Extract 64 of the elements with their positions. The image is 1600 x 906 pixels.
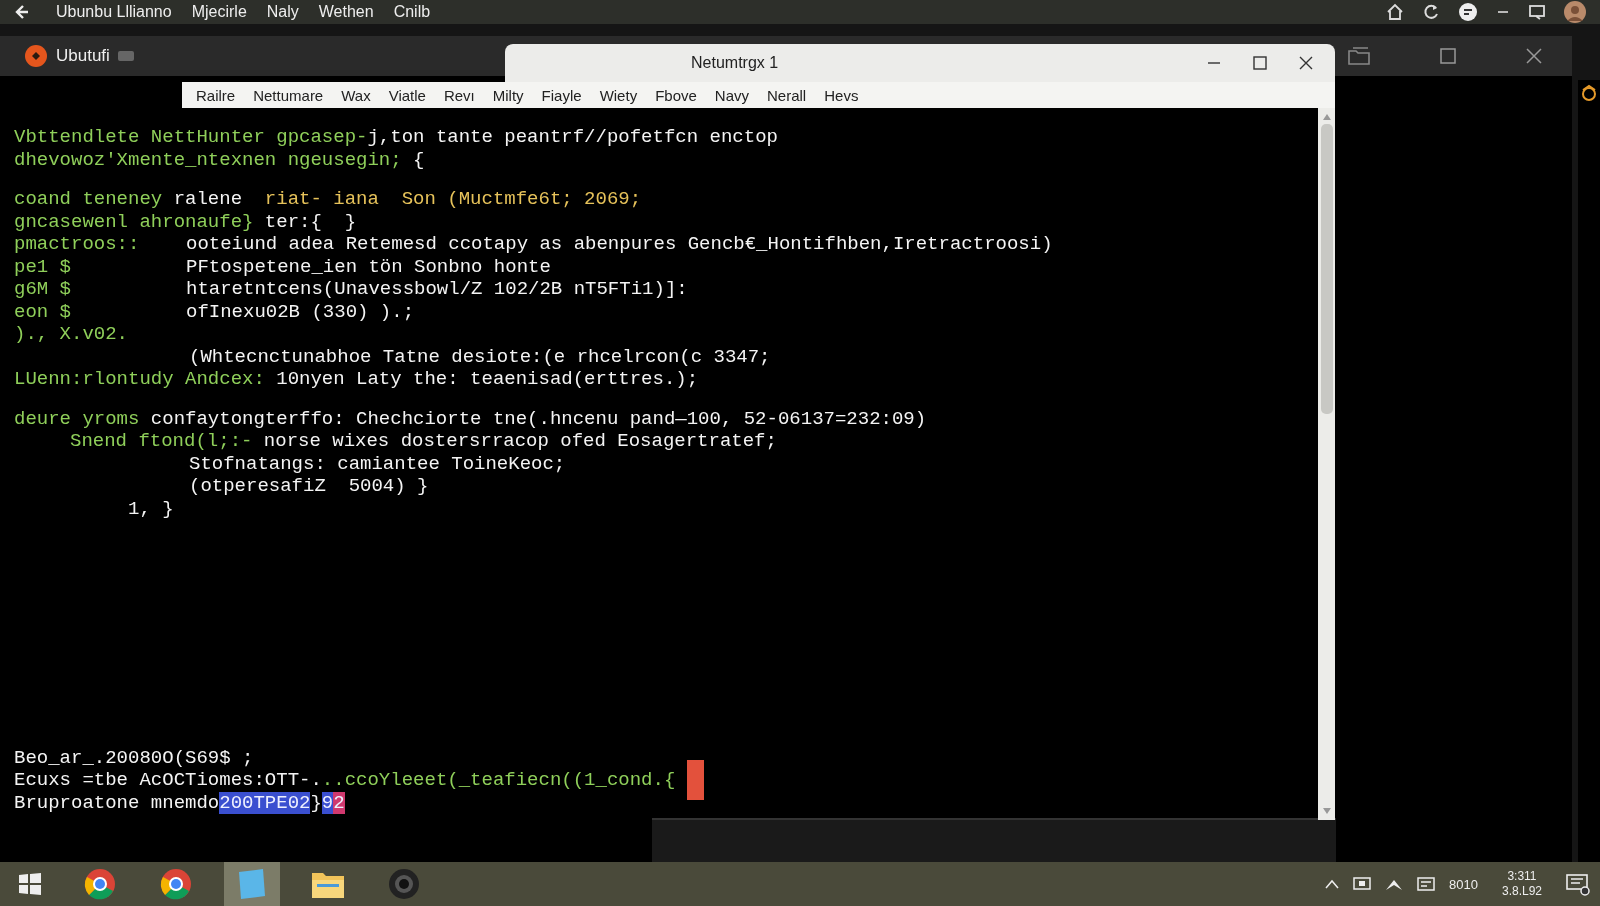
close-icon[interactable]	[1526, 48, 1542, 64]
terminal-line: (otperesafiZ 5004) }	[188, 475, 430, 498]
menu-item[interactable]: Fiayle	[541, 86, 582, 104]
terminal-line: gncasewenl ahronaufe} ter:{ }	[14, 210, 358, 233]
note-icon	[237, 868, 267, 900]
app-logo-icon	[24, 44, 48, 68]
window-title: Netumtrgx 1	[691, 54, 779, 72]
menu-item[interactable]: Mjecirle	[191, 3, 247, 21]
terminal-line: Beo_ar_.20080O(S69$ ;	[14, 746, 255, 769]
camera-icon	[388, 868, 420, 900]
terminal-line: dhevowoz'Xmente_ntexnen ngeusegin; {	[14, 148, 426, 171]
menu-item[interactable]: Wax	[341, 86, 371, 104]
tab-indicator-icon	[117, 50, 134, 62]
scrollbar-thumb[interactable]	[1320, 124, 1333, 414]
windows-start-icon[interactable]	[18, 872, 42, 896]
terminal-line: coand teneney ralene riat- iana Son (Muctmfe6t; 2069;	[14, 188, 643, 211]
clock[interactable]: 3:311 3.8.L92	[1501, 869, 1542, 899]
menu-item[interactable]: Nerall	[767, 86, 807, 104]
terminal-line: pe1 $ PFtospetene_ien tön Sonbno honte	[14, 255, 552, 278]
menu-item[interactable]: Hevs	[824, 86, 859, 104]
menu-item[interactable]: Viatle	[388, 86, 426, 104]
tray-label: 8010	[1449, 876, 1478, 892]
text-cursor	[687, 760, 705, 801]
menu-item[interactable]: Wethen	[318, 3, 374, 21]
window-icon[interactable]	[1528, 3, 1546, 21]
display-icon[interactable]	[1353, 876, 1372, 892]
folder-icon[interactable]	[1348, 47, 1370, 65]
menu-item[interactable]: Navy	[714, 86, 749, 104]
back-arrow-icon[interactable]	[14, 4, 30, 20]
menu-item[interactable]: Wiety	[599, 86, 638, 104]
menu-item[interactable]: Revı	[443, 86, 475, 104]
menu-item[interactable]: Fbove	[655, 86, 697, 104]
chat-icon[interactable]	[1458, 2, 1478, 22]
menu-item[interactable]: Cnilb	[393, 3, 431, 21]
avatar-icon[interactable]	[1564, 1, 1586, 23]
terminal-line: 1, }	[127, 497, 175, 520]
browser-icon	[160, 868, 192, 900]
menu-item[interactable]: Railre	[196, 86, 236, 104]
terminal-line: Ecuxs =tbe AcOCTiomes:OTT-...ccoYleeet(_teafiecn((1_cond.{	[14, 769, 1314, 792]
home-icon[interactable]	[1386, 3, 1404, 21]
menu-item[interactable]: Ubunbu Lllianno	[56, 3, 172, 21]
window-tab[interactable]: Ubutufi	[14, 40, 144, 72]
menu-item[interactable]: Milty	[492, 86, 524, 104]
terminal-line: pmactroos:: ooteiund adea Retemesd ccotapy as abenpures Gencb€_Hontifhben,Iretractroosi)	[14, 233, 1054, 256]
terminal-line: Snend ftond(l;:- norse wixes dostersrracop ofed Eosagertratef;	[69, 430, 778, 453]
refresh-icon[interactable]	[1422, 3, 1440, 21]
terminal-line: )., X.v02.	[14, 323, 130, 346]
close-icon[interactable]	[1299, 56, 1313, 70]
terminal-line: eon $ ofInexu02B (330) ).;	[14, 300, 416, 323]
menu-item[interactable]: Nettumare	[253, 86, 324, 104]
terminal-line: Stofnatangs: camiantee ToineKeoc;	[188, 452, 567, 475]
terminal-line: g6M $ htaretntcens(Unavessbowl/Z 102/2B nT5FTi1)]:	[14, 278, 689, 301]
chevron-up-icon[interactable]	[1325, 879, 1340, 889]
menu-item[interactable]: Naly	[266, 3, 299, 21]
scrollbar[interactable]	[1318, 108, 1335, 820]
maximize-icon[interactable]	[1253, 56, 1267, 70]
terminal-line: LUenn:rlontudy Andcex: 10nyen Laty the: teaenisad(erttres.);	[14, 368, 700, 391]
terminal-line: Vbttendlete NettHunter gpcasep-j,ton tante peantrf//pofetfcn enctop	[14, 126, 779, 149]
terminal-line: Bruproatone mnemdo200TPE02}92	[14, 791, 346, 814]
browser-icon	[84, 868, 116, 900]
notification-icon[interactable]	[1566, 872, 1590, 896]
maximize-icon[interactable]	[1440, 48, 1456, 64]
terminal-line: (Whtecnctunabhoe Tatne desiote:(e rhcelrcon(c 3347;	[188, 345, 772, 368]
terminal-line: deure yroms confaytongterffo: Chechciorte tne(.hncenu pand—100, 52-06137=232:09)	[14, 407, 928, 430]
